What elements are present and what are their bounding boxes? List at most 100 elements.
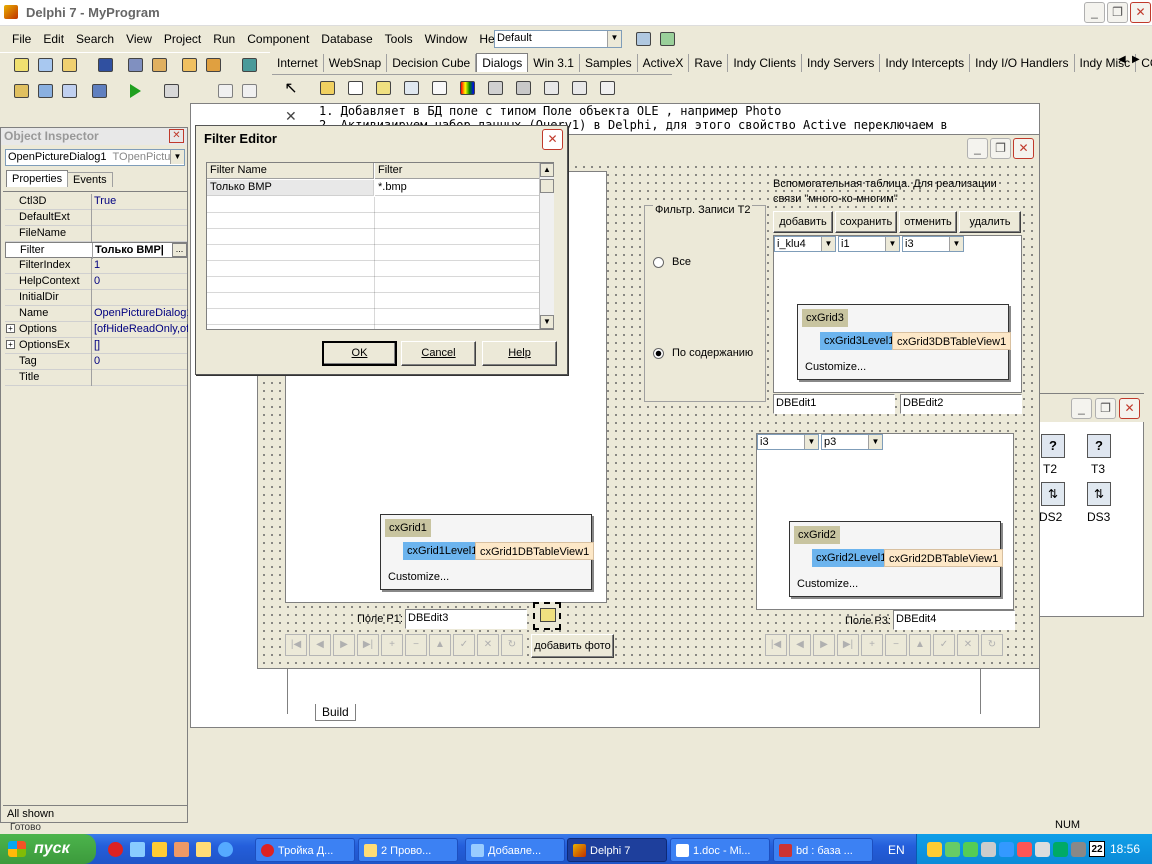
cxgrid3-level[interactable]: cxGrid3Level1: [820, 332, 899, 350]
page-setup-dialog-icon[interactable]: [596, 78, 618, 98]
tray-icon-6[interactable]: [1017, 842, 1032, 857]
toggle-form-unit-icon[interactable]: [58, 81, 80, 101]
set-debug-desktop-icon[interactable]: [656, 29, 678, 49]
nav-post-icon[interactable]: ✓: [453, 634, 475, 656]
tray-icon-5[interactable]: [999, 842, 1014, 857]
cxgrid1-view[interactable]: cxGrid1DBTableView1: [475, 542, 595, 560]
font-dialog-icon[interactable]: [428, 78, 450, 98]
nav-insert-icon[interactable]: +: [381, 634, 403, 656]
tab-win31[interactable]: Win 3.1: [528, 54, 580, 72]
open-picture-dialog-icon[interactable]: [372, 78, 394, 98]
tab-internet[interactable]: Internet: [272, 54, 324, 72]
tab-indy-intercepts[interactable]: Indy Intercepts: [880, 54, 971, 72]
app-icon[interactable]: [152, 842, 167, 857]
minimize-button[interactable]: _: [1084, 2, 1105, 23]
view-unit-icon[interactable]: [10, 81, 32, 101]
form-close-button[interactable]: ✕: [1013, 138, 1034, 159]
save-picture-dialog-icon[interactable]: [400, 78, 422, 98]
desktop-combo[interactable]: Default ▼: [494, 30, 622, 48]
view-form-icon[interactable]: [34, 81, 56, 101]
nav-first-icon[interactable]: |◀: [285, 634, 307, 656]
cxgrid1-level[interactable]: cxGrid1Level1: [403, 542, 482, 560]
nav2-prior-icon[interactable]: ◀: [789, 634, 811, 656]
filter-empty-rows[interactable]: [207, 197, 539, 329]
ie-icon[interactable]: [218, 842, 233, 857]
find-dialog-icon[interactable]: [540, 78, 562, 98]
dbedit4[interactable]: DBEdit4: [893, 610, 1015, 630]
oi-row-filter[interactable]: Filter Только BMP|...: [5, 242, 187, 259]
dbedit3[interactable]: DBEdit3: [405, 609, 527, 629]
oi-component-selector[interactable]: OpenPictureDialog1 TOpenPictur ▼: [5, 149, 185, 166]
color-dialog-icon[interactable]: [456, 78, 478, 98]
oi-row-filterindex[interactable]: FilterIndex 1: [5, 258, 187, 274]
save-button[interactable]: сохранить: [835, 211, 897, 233]
nav-refresh-icon[interactable]: ↻: [501, 634, 523, 656]
opera-icon[interactable]: [108, 842, 123, 857]
form-maximize-button[interactable]: ❐: [990, 138, 1011, 159]
print-dialog-icon[interactable]: [484, 78, 506, 98]
ok-button[interactable]: OK: [322, 341, 397, 366]
nav2-post-icon[interactable]: ✓: [933, 634, 955, 656]
cxgrid2[interactable]: cxGrid2 cxGrid2Level1 cxGrid2DBTableView…: [789, 521, 1004, 597]
oi-row-optionsex[interactable]: + OptionsEx[]: [5, 338, 187, 354]
oi-row-name[interactable]: Name OpenPictureDialog1: [5, 306, 188, 322]
menu-edit[interactable]: Edit: [37, 28, 70, 50]
nav-last-icon[interactable]: ▶|: [357, 634, 379, 656]
menu-project[interactable]: Project: [158, 28, 207, 50]
expand-plus-icon[interactable]: +: [6, 340, 15, 349]
help-book-icon[interactable]: [238, 55, 260, 75]
task-troika[interactable]: Тройка Д...: [255, 838, 355, 862]
printer-setup-dialog-icon[interactable]: [512, 78, 534, 98]
close-button[interactable]: ✕: [1130, 2, 1151, 23]
ado-table-t3-icon[interactable]: ?: [1087, 434, 1111, 458]
oi-tab-events[interactable]: Events: [67, 172, 113, 187]
cxgrid2-level[interactable]: cxGrid2Level1: [812, 549, 891, 567]
menu-component[interactable]: Component: [241, 28, 315, 50]
clock[interactable]: 18:56: [1110, 842, 1140, 856]
people-icon[interactable]: [174, 842, 189, 857]
palette-scroll-right-icon[interactable]: ▶: [1132, 54, 1140, 65]
delete-button[interactable]: удалить: [959, 211, 1021, 233]
tab-indy-servers[interactable]: Indy Servers: [802, 54, 881, 72]
oi-row-title[interactable]: Title: [5, 370, 187, 386]
nav-cancel-icon[interactable]: ✕: [477, 634, 499, 656]
oi-row-defaultext[interactable]: DefaultExt: [5, 210, 187, 226]
save-dialog-icon[interactable]: [344, 78, 366, 98]
language-indicator[interactable]: EN: [888, 843, 905, 857]
maximize-button[interactable]: ❐: [1107, 2, 1128, 23]
code-line-1[interactable]: 1. Добавляет в БД поле с типом Поле объе…: [319, 104, 781, 118]
palette-scroll-left-icon[interactable]: ◀: [1118, 54, 1126, 65]
tab-indy-clients[interactable]: Indy Clients: [728, 54, 803, 72]
nav2-next-icon[interactable]: ▶: [813, 634, 835, 656]
oi-row-helpcontext[interactable]: HelpContext 0: [5, 274, 187, 290]
cxgrid2-view[interactable]: cxGrid2DBTableView1: [884, 549, 1004, 567]
oi-row-filename[interactable]: FileName: [5, 226, 187, 242]
radio-content[interactable]: По содержанию: [653, 347, 753, 359]
oi-tab-properties[interactable]: Properties: [6, 170, 69, 187]
cxgrid1[interactable]: cxGrid1 cxGrid1Level1 cxGrid1DBTableView…: [380, 514, 595, 590]
scroll-down-icon[interactable]: ▼: [540, 315, 554, 329]
open-picture-dialog-component[interactable]: [533, 602, 561, 630]
tab-decision-cube[interactable]: Decision Cube: [387, 54, 477, 72]
add-photo-button[interactable]: добавить фото: [531, 634, 614, 658]
save-desktop-icon[interactable]: [632, 29, 654, 49]
menu-file[interactable]: File: [6, 28, 37, 50]
tab-rave[interactable]: Rave: [689, 54, 729, 72]
combo-i3-mid[interactable]: i3 ▼: [757, 434, 819, 450]
menu-run[interactable]: Run: [207, 28, 241, 50]
tab-indy-misc[interactable]: Indy Misc: [1075, 54, 1137, 72]
tab-indy-io-handlers[interactable]: Indy I/O Handlers: [970, 54, 1075, 72]
oi-row-tag[interactable]: Tag 0: [5, 354, 187, 370]
scroll-thumb[interactable]: [540, 179, 554, 193]
open-project-icon[interactable]: [148, 55, 170, 75]
start-button[interactable]: пуск: [0, 834, 96, 864]
trace-into-icon[interactable]: [214, 81, 236, 101]
oi-row-options[interactable]: + Options [ofHideReadOnly,of: [5, 322, 188, 338]
nav-prior-icon[interactable]: ◀: [309, 634, 331, 656]
ado-table-t2-icon[interactable]: ?: [1041, 434, 1065, 458]
dm-close-button[interactable]: ✕: [1119, 398, 1140, 419]
filter-row-1-name[interactable]: Только BMP: [207, 180, 374, 196]
nav2-refresh-icon[interactable]: ↻: [981, 634, 1003, 656]
combo-i1[interactable]: i1 ▼: [838, 236, 900, 252]
task-explorer[interactable]: 2 Прово...: [358, 838, 458, 862]
